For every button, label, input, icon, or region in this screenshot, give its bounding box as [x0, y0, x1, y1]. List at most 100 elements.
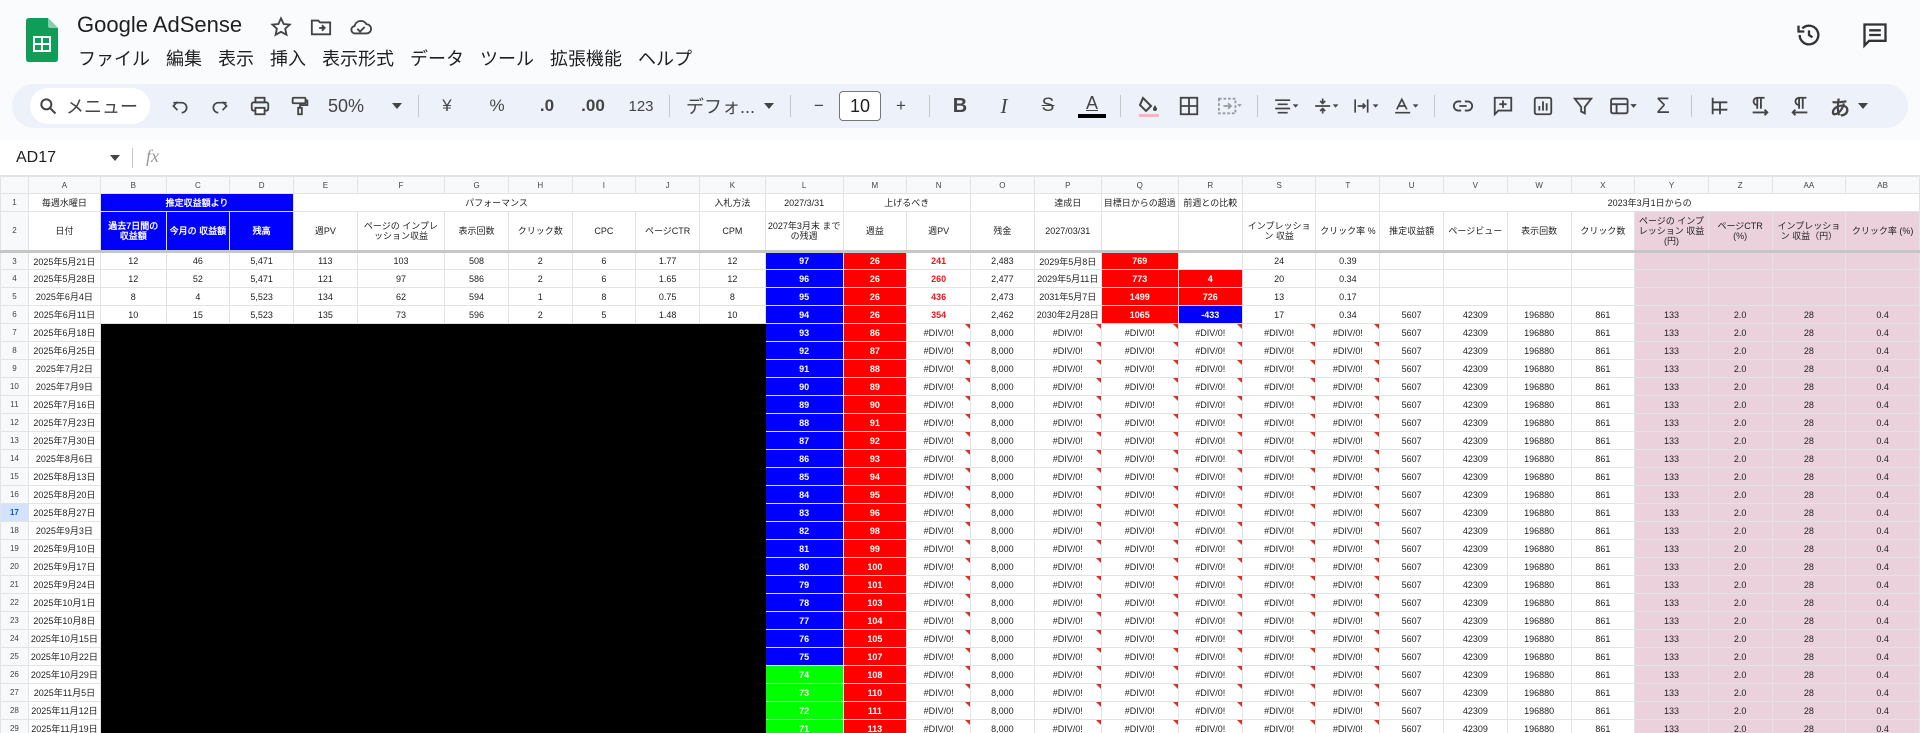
cell-d-redacted[interactable] — [229, 413, 295, 432]
cell-c-redacted[interactable] — [165, 521, 231, 540]
cell-q[interactable]: #DIV/0! — [1100, 647, 1179, 666]
vertical-align-icon[interactable] — [1310, 90, 1342, 122]
header-cell[interactable]: 達成日 — [1033, 193, 1102, 212]
cell-u[interactable]: 5607 — [1379, 521, 1444, 540]
cell-u[interactable]: 5607 — [1379, 395, 1444, 414]
cell-x[interactable]: 861 — [1570, 431, 1636, 450]
cell-ab[interactable]: 0.4 — [1845, 647, 1920, 666]
cell-s[interactable]: #DIV/0! — [1241, 377, 1317, 396]
cell-n[interactable]: 241 — [906, 251, 971, 270]
cell-w[interactable]: 196880 — [1506, 719, 1572, 733]
cell-n[interactable]: #DIV/0! — [906, 521, 971, 540]
cell-u[interactable] — [1379, 269, 1444, 288]
cell-t[interactable]: #DIV/0! — [1315, 683, 1381, 702]
row-header[interactable]: 23 — [0, 611, 29, 630]
cell-p[interactable]: #DIV/0! — [1033, 719, 1102, 733]
cell-m[interactable]: 89 — [842, 377, 908, 396]
cell-h-redacted[interactable] — [507, 431, 573, 450]
cell-q[interactable]: #DIV/0! — [1100, 629, 1179, 648]
header-cell[interactable]: 残金 — [970, 211, 1035, 253]
cell-p[interactable]: #DIV/0! — [1033, 575, 1102, 594]
cell-c-redacted[interactable] — [165, 719, 231, 733]
cell-e[interactable]: 134 — [293, 287, 358, 306]
cell-z[interactable]: 2.0 — [1707, 719, 1773, 733]
cell-w[interactable]: 196880 — [1506, 323, 1572, 342]
cell-a[interactable]: 2025年7月23日 — [27, 413, 101, 432]
cell-h-redacted[interactable] — [507, 467, 573, 486]
menu-extensions[interactable]: 拡張機能 — [542, 46, 630, 72]
cell-z[interactable]: 2.0 — [1707, 467, 1773, 486]
row-header[interactable]: 21 — [0, 575, 29, 594]
cell-t[interactable]: #DIV/0! — [1315, 701, 1381, 720]
cell-o[interactable]: 8,000 — [970, 647, 1035, 666]
cell-j-redacted[interactable] — [635, 611, 700, 630]
cell-j-redacted[interactable] — [635, 467, 700, 486]
cell-i-redacted[interactable] — [571, 557, 637, 576]
cell-l[interactable]: 79 — [764, 575, 844, 594]
cell-u[interactable]: 5607 — [1379, 485, 1444, 504]
cell-aa[interactable]: 28 — [1771, 341, 1847, 360]
cell-l[interactable]: 82 — [764, 521, 844, 540]
cell-aa[interactable]: 28 — [1771, 413, 1847, 432]
column-header-f[interactable]: F — [356, 176, 446, 194]
cell-u[interactable]: 5607 — [1379, 449, 1444, 468]
cell-y[interactable]: 133 — [1634, 413, 1709, 432]
cell-b-redacted[interactable] — [99, 341, 167, 360]
cell-b-redacted[interactable] — [99, 377, 167, 396]
cell-p[interactable]: 2030年2月28日 — [1033, 305, 1102, 324]
cell-g-redacted[interactable] — [444, 683, 509, 702]
cell-p[interactable]: #DIV/0! — [1033, 359, 1102, 378]
cell-c-redacted[interactable] — [165, 647, 231, 666]
cell-u[interactable]: 5607 — [1379, 359, 1444, 378]
cell-aa[interactable]: 28 — [1771, 557, 1847, 576]
cell-v[interactable] — [1442, 287, 1508, 306]
menu-format[interactable]: 表示形式 — [314, 46, 402, 72]
cell-z[interactable]: 2.0 — [1707, 395, 1773, 414]
cell-j-redacted[interactable] — [635, 719, 700, 733]
cell-l[interactable]: 74 — [764, 665, 844, 684]
cell-u[interactable]: 5607 — [1379, 611, 1444, 630]
cell-p[interactable]: #DIV/0! — [1033, 539, 1102, 558]
cell-x[interactable]: 861 — [1570, 647, 1636, 666]
cell-x[interactable] — [1570, 287, 1636, 306]
cell-r[interactable]: #DIV/0! — [1177, 431, 1243, 450]
cell-aa[interactable]: 28 — [1771, 683, 1847, 702]
cell-t[interactable]: #DIV/0! — [1315, 377, 1381, 396]
filter-icon[interactable] — [1567, 90, 1599, 122]
column-header-q[interactable]: Q — [1100, 176, 1179, 194]
font-family-select[interactable]: デフォ... — [678, 93, 782, 119]
cell-n[interactable]: #DIV/0! — [906, 359, 971, 378]
cell-d-redacted[interactable] — [229, 503, 295, 522]
row-header[interactable]: 3 — [0, 251, 29, 270]
cell-i-redacted[interactable] — [571, 647, 637, 666]
cell-ab[interactable]: 0.4 — [1845, 611, 1920, 630]
cell-i-redacted[interactable] — [571, 611, 637, 630]
cell-j[interactable]: 1.48 — [635, 305, 700, 324]
cell-d-redacted[interactable] — [229, 485, 295, 504]
cell-aa[interactable]: 28 — [1771, 305, 1847, 324]
cell-aa[interactable]: 28 — [1771, 467, 1847, 486]
cell-t[interactable]: #DIV/0! — [1315, 395, 1381, 414]
cell-y[interactable]: 133 — [1634, 575, 1709, 594]
header-cell[interactable]: 前週との比較 — [1177, 193, 1243, 212]
cell-y[interactable]: 133 — [1634, 305, 1709, 324]
cell-r[interactable]: #DIV/0! — [1177, 467, 1243, 486]
cell-e-redacted[interactable] — [293, 323, 358, 342]
cell-o[interactable]: 8,000 — [970, 557, 1035, 576]
cell-c-redacted[interactable] — [165, 683, 231, 702]
cell-y[interactable]: 133 — [1634, 719, 1709, 733]
cell-m[interactable]: 103 — [842, 593, 908, 612]
cell-t[interactable]: #DIV/0! — [1315, 719, 1381, 733]
cell-r[interactable]: #DIV/0! — [1177, 395, 1243, 414]
cell-d-redacted[interactable] — [229, 341, 295, 360]
cell-o[interactable]: 8,000 — [970, 485, 1035, 504]
cell-z[interactable]: 2.0 — [1707, 611, 1773, 630]
cell-z[interactable]: 2.0 — [1707, 323, 1773, 342]
cell-b-redacted[interactable] — [99, 611, 167, 630]
cell-q[interactable]: #DIV/0! — [1100, 593, 1179, 612]
header-cell[interactable]: 日付 — [27, 211, 101, 253]
cell-w[interactable]: 196880 — [1506, 359, 1572, 378]
cell-o[interactable]: 2,483 — [970, 251, 1035, 270]
cell-f-redacted[interactable] — [356, 575, 446, 594]
cell-i-redacted[interactable] — [571, 323, 637, 342]
